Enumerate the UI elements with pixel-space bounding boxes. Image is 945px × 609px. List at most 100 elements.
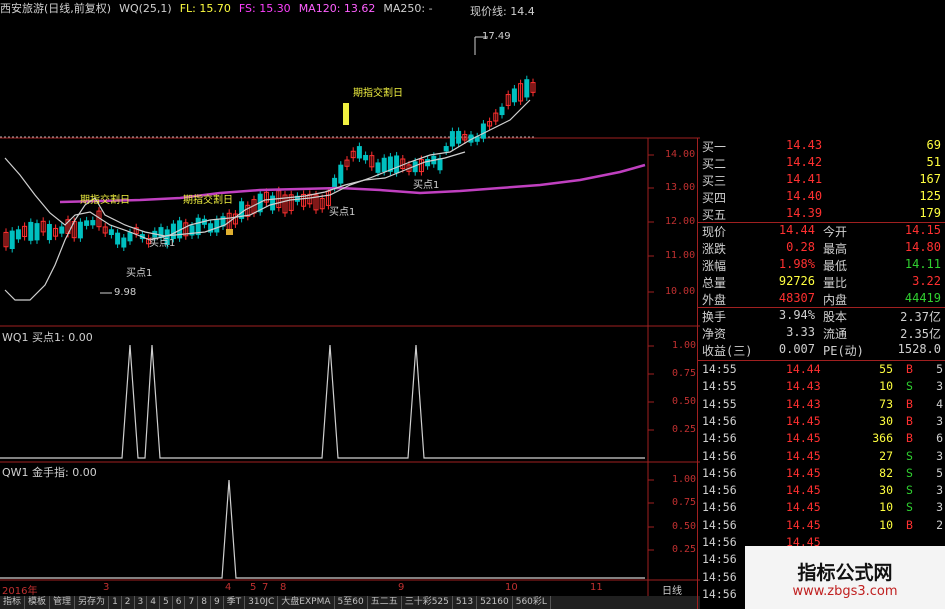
indicator-tab[interactable]: 2 <box>122 596 135 609</box>
indicator-tab[interactable]: 管理 <box>50 596 76 609</box>
tick-price: 14.43 <box>786 396 821 411</box>
indicator-tab[interactable]: 4 <box>147 596 160 609</box>
quote-value: 14.44 <box>778 223 815 237</box>
indicator-tab[interactable]: 560彩L <box>513 596 551 609</box>
indicator-tab[interactable]: 三十彩525 <box>402 596 453 609</box>
candlestick <box>77 221 83 239</box>
sub2-tick: 0.75 <box>672 497 697 508</box>
indicator-tab[interactable]: 9 <box>211 596 224 609</box>
candlestick <box>394 155 400 174</box>
tick-time: 14:56 <box>702 535 737 549</box>
tick-time: 14:56 <box>702 448 737 463</box>
tick-count: 3 <box>936 448 943 463</box>
indicator-tab[interactable]: 指标 <box>0 596 26 609</box>
candlestick <box>437 158 443 171</box>
indicator-tab[interactable]: 310JC <box>245 596 279 609</box>
indicator-tab[interactable]: 另存为 <box>75 596 110 609</box>
indicator-tab[interactable]: 5 <box>160 596 173 609</box>
indicator-tab[interactable]: 模板 <box>25 596 51 609</box>
tick-price: 14.45 <box>786 431 821 446</box>
tick-row: 14:56 14.45 366 B 6 <box>700 431 945 448</box>
tick-volume: 10 <box>879 500 893 515</box>
indicator-tab[interactable]: 3 <box>135 596 148 609</box>
candlesticks <box>3 75 536 253</box>
indicator-tab[interactable]: 8 <box>198 596 211 609</box>
sub2-tick: 0.25 <box>672 544 697 555</box>
tick-side: B <box>906 362 913 376</box>
indicator-tab[interactable]: 7 <box>185 596 199 609</box>
indicator-tab[interactable]: 五二五 <box>368 596 402 609</box>
candlestick <box>46 223 52 241</box>
bid-label: 买三 <box>702 174 727 188</box>
indicator-tab[interactable]: 大盘EXPMA <box>278 596 335 609</box>
date-month: 8 <box>280 582 287 593</box>
sub2-tick: 0.50 <box>672 521 697 532</box>
candlestick <box>90 220 96 226</box>
bid-volume: 167 <box>919 172 941 186</box>
tick-side: S <box>906 483 913 498</box>
bid-volume: 69 <box>926 138 941 152</box>
indicator-tab[interactable]: 1 <box>109 596 122 609</box>
period-label[interactable]: 日线 <box>662 582 682 597</box>
quote-label: 涨幅 <box>702 259 727 273</box>
date-month: 9 <box>398 582 405 593</box>
buy-point-label: 买点1 <box>126 268 153 279</box>
tick-count: 3 <box>936 379 943 394</box>
quote-label: 量比 <box>823 276 848 290</box>
sub2-title: QW1 金手指: 0.00 <box>2 466 97 479</box>
quote-row: 外盘 48307 内盘 44419 <box>700 291 945 308</box>
bid-price: 14.41 <box>786 172 823 186</box>
upper-band <box>4 99 531 241</box>
candlestick <box>332 177 338 189</box>
candlestick <box>456 130 462 144</box>
tick-time: 14:55 <box>702 362 737 376</box>
sub1-tick: 0.75 <box>672 368 697 379</box>
quote-row: 涨跌 0.28 最高 14.80 <box>700 240 945 257</box>
fund-label: 股本 <box>823 310 848 324</box>
indicator-tab[interactable]: 5至60 <box>335 596 368 609</box>
candlestick <box>214 219 220 233</box>
candlestick <box>480 123 486 139</box>
tick-side: S <box>906 500 913 515</box>
indicator-tab[interactable]: 513 <box>453 596 478 609</box>
bid-volume: 51 <box>926 155 941 169</box>
candlestick <box>34 223 40 241</box>
tick-time: 14:56 <box>702 465 737 480</box>
tick-row: 14:56 14.45 27 S 3 <box>700 449 945 466</box>
watermark-url: www.zbgs3.com <box>792 584 898 599</box>
buy-signal-line <box>0 344 645 459</box>
candlestick <box>9 230 15 250</box>
price-tick: 12.00 <box>665 216 696 227</box>
quote-row: 总量 92726 量比 3.22 <box>700 274 945 291</box>
date-month: 4 <box>225 582 232 593</box>
indicator-tab-bar: 指标 模板 管理 另存为 1 2 3 4 5 6 7 8 9 季T 310JC 大盘EXPMA 5至60 五二五三… <box>0 596 700 609</box>
tick-row: 14:56 14.45 10 S 3 <box>700 500 945 517</box>
candlestick <box>443 146 449 152</box>
kline-chart[interactable] <box>0 0 700 596</box>
indicator-tab[interactable]: 6 <box>173 596 186 609</box>
candlestick <box>28 221 34 241</box>
quote-label: 最高 <box>823 242 848 256</box>
quote-label: 今开 <box>823 225 848 239</box>
bid-row: 买五 14.39 179 <box>700 206 945 223</box>
candlestick <box>511 88 517 103</box>
tick-count: 5 <box>936 362 943 376</box>
delivery-day-label: 期指交割日 <box>353 88 403 99</box>
sub1-tick: 0.25 <box>672 424 697 435</box>
indicator-tab[interactable]: 季T <box>224 596 246 609</box>
quote-row: 涨幅 1.98% 最低 14.11 <box>700 257 945 274</box>
quote-label: 最低 <box>823 259 848 273</box>
bid-row: 买一 14.43 69 <box>700 138 945 155</box>
tick-time: 14:55 <box>702 379 737 394</box>
indicator-tab[interactable]: 52160 <box>477 596 513 609</box>
tick-time: 14:56 <box>702 483 737 498</box>
tick-row: 14:56 14.45 30 B 3 <box>700 414 945 431</box>
fund-value: 2.37亿 <box>900 310 941 324</box>
price-tick: 13.00 <box>665 182 696 193</box>
candlestick <box>15 229 21 240</box>
tick-price: 14.44 <box>786 362 821 376</box>
tick-price: 14.45 <box>786 413 821 428</box>
quote-row: 现价 14.44 今开 14.15 <box>700 223 945 240</box>
fund-value: 3.94% <box>778 308 815 322</box>
buy-point-label: 买点1 <box>149 238 176 249</box>
